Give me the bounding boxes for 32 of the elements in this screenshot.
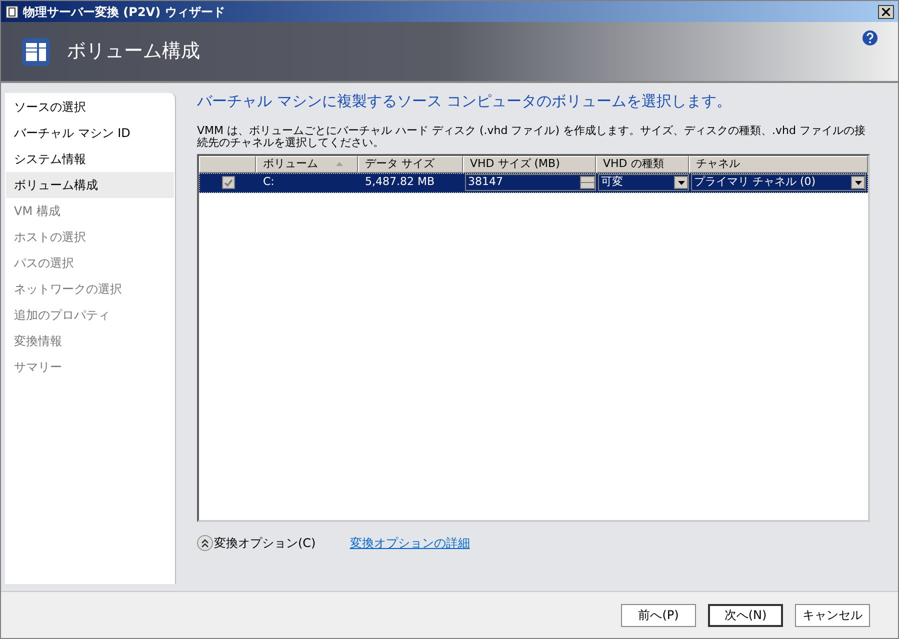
vhd-size-spinbox[interactable]: 38147 bbox=[465, 174, 596, 191]
close-button[interactable] bbox=[878, 4, 894, 18]
sort-arrow-icon bbox=[336, 162, 343, 166]
wizard-button[interactable]: キャンセル bbox=[795, 604, 870, 626]
content-heading: バーチャル マシンに複製するソース コンピュータのボリュームを選択します。 bbox=[197, 91, 733, 112]
wizard-button[interactable]: 前へ(P) bbox=[621, 604, 696, 626]
vhd-type-dropdown[interactable]: 可変 bbox=[598, 174, 689, 191]
page-title: ボリューム構成 bbox=[67, 39, 200, 64]
sidebar-item[interactable]: ソースの選択 bbox=[6, 94, 174, 120]
description-text: VMM は、ボリュームごとにバーチャル ハード ディスク (.vhd ファイル) を作成します。サイズ、ディスクの種類、.vhd ファイルの接続先のチャネルを選択してください。 bbox=[197, 124, 866, 148]
close-icon bbox=[882, 8, 890, 16]
sidebar-item[interactable]: システム情報 bbox=[6, 146, 174, 172]
column-header[interactable]: VHD サイズ (MB) bbox=[463, 156, 596, 172]
window-title: 物理サーバー変換 (P2V) ウィザード bbox=[23, 4, 225, 20]
server-icon bbox=[21, 36, 51, 66]
data-size-cell: 5,487.82 MB bbox=[365, 175, 435, 188]
sidebar-item[interactable]: ボリューム構成 bbox=[6, 172, 174, 198]
channel-dropdown[interactable]: プライマリ チャネル (0) bbox=[691, 174, 866, 191]
help-icon[interactable] bbox=[862, 30, 878, 46]
volume-cell: C: bbox=[263, 175, 274, 188]
spin-buttons[interactable] bbox=[580, 176, 595, 189]
column-header[interactable]: チャネル bbox=[689, 156, 868, 172]
options-toggle[interactable]: 変換オプション(C) bbox=[197, 534, 316, 552]
sidebar-item[interactable]: バーチャル マシン ID bbox=[6, 120, 174, 146]
checkbox[interactable] bbox=[222, 176, 235, 189]
table-row[interactable]: C: 5,487.82 MB 38147 可変 プライマリ チャネル (0) bbox=[199, 172, 868, 192]
options-details-link[interactable]: 変換オプションの詳細 bbox=[350, 534, 470, 552]
column-header[interactable]: データ サイズ bbox=[358, 156, 463, 172]
column-header[interactable]: VHD の種類 bbox=[596, 156, 689, 172]
wizard-button[interactable]: 次へ(N) bbox=[708, 604, 783, 626]
column-header[interactable]: ボリューム bbox=[256, 156, 358, 172]
column-header[interactable] bbox=[199, 156, 256, 172]
